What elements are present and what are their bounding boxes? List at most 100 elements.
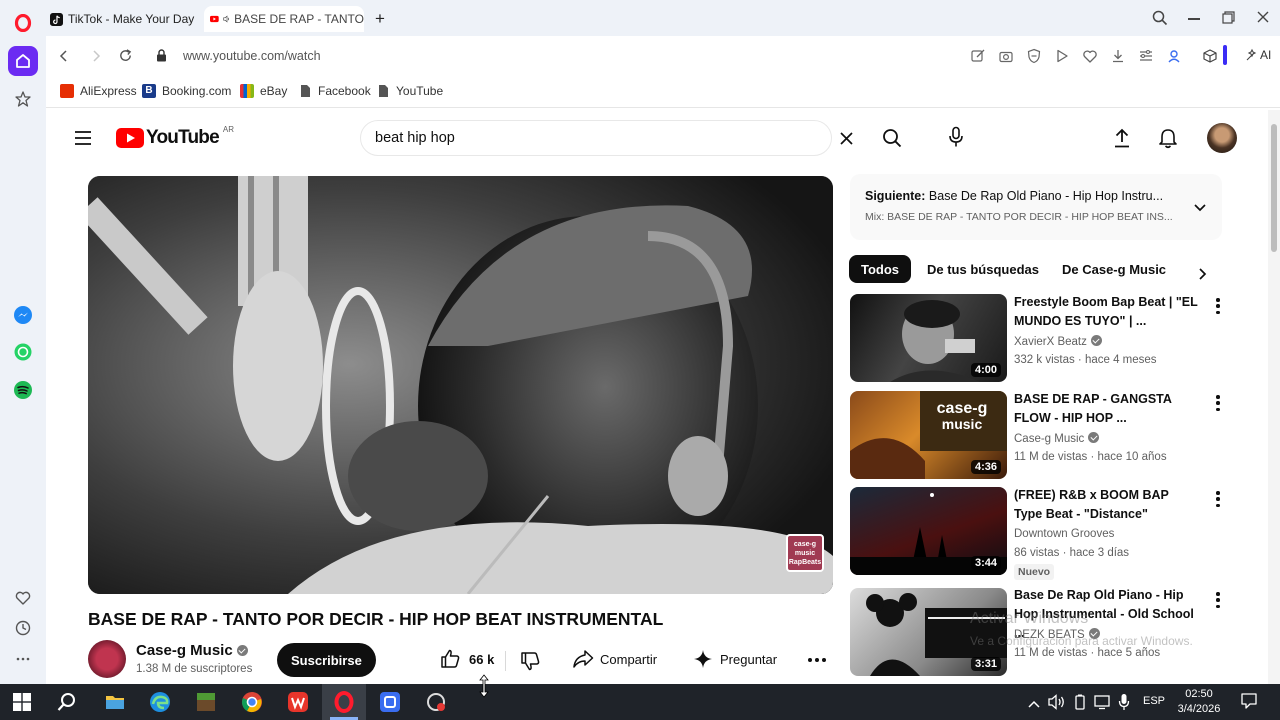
favorites-heart-icon[interactable] (8, 583, 38, 613)
camera-icon[interactable] (998, 48, 1014, 69)
history-clock-icon[interactable] (8, 613, 38, 643)
lock-icon[interactable] (156, 49, 167, 67)
rec-channel-row[interactable]: XavierX Beatz (1014, 335, 1102, 348)
home-icon[interactable] (8, 46, 38, 76)
clock[interactable]: 02:50 3/4/2026 (1176, 687, 1222, 717)
up-next-panel[interactable]: Siguiente: Base De Rap Old Piano - Hip H… (850, 174, 1222, 240)
opera-logo-icon[interactable] (8, 8, 38, 38)
extensions-cube-icon[interactable] (1202, 48, 1218, 69)
youtube-logo[interactable]: YouTube AR (116, 125, 234, 149)
ai-button[interactable]: AI (1244, 47, 1271, 63)
video-player[interactable]: case-g music RapBeats (88, 176, 833, 594)
chips-next-chevron-icon[interactable] (1198, 267, 1208, 286)
dislike-button[interactable] (519, 650, 541, 677)
rec-menu-icon[interactable] (1210, 296, 1226, 316)
rec-thumbnail[interactable]: 3:31 (850, 588, 1007, 676)
minecraft-icon[interactable] (192, 688, 220, 716)
avatar[interactable] (1207, 123, 1237, 153)
rec-channel[interactable]: Case-g Music (1014, 433, 1084, 445)
chrome-icon[interactable] (238, 688, 266, 716)
channel-watermark[interactable]: case-g music RapBeats (786, 534, 824, 572)
bookmark-facebook[interactable]: Facebook (298, 84, 371, 98)
chip-from-searches[interactable]: De tus búsquedas (915, 255, 1051, 283)
rec-thumbnail[interactable]: case-g music 4:36 (850, 391, 1007, 479)
tab-tiktok[interactable]: TikTok - Make Your Day (50, 6, 200, 32)
chip-from-channel[interactable]: De Case-g Music (1050, 255, 1179, 283)
rec-title[interactable]: (FREE) R&B x BOOM BAP Type Beat - "Dista… (1014, 486, 1199, 524)
bookmark-ebay[interactable]: eBay (240, 84, 287, 98)
network-icon[interactable] (1094, 694, 1112, 715)
tab-search-icon[interactable] (1152, 10, 1168, 31)
channel-avatar[interactable] (88, 640, 126, 678)
channel-name[interactable]: Case-g Music (136, 642, 233, 659)
url-field[interactable]: www.youtube.com/watch (183, 49, 321, 63)
new-tab-button[interactable]: + (370, 6, 390, 32)
show-hidden-icons-icon[interactable] (1028, 696, 1040, 714)
heart-icon[interactable] (1082, 48, 1098, 69)
subscribe-button[interactable]: Suscribirse (277, 643, 376, 677)
speaker-icon[interactable] (223, 13, 230, 25)
scrollbar-thumb[interactable] (1271, 124, 1277, 252)
tab-youtube[interactable]: BASE DE RAP - TANTO (204, 6, 364, 32)
messenger-icon[interactable] (8, 300, 38, 330)
clear-search-icon[interactable] (839, 131, 854, 151)
notifications-bell-icon[interactable] (1158, 127, 1178, 154)
rec-menu-icon[interactable] (1210, 393, 1226, 413)
expand-chevron-icon[interactable] (1193, 200, 1207, 218)
adblock-shield-icon[interactable] (1026, 48, 1042, 69)
ask-button[interactable]: Preguntar (693, 649, 777, 669)
reload-icon[interactable] (118, 48, 133, 68)
more-actions-icon[interactable] (808, 658, 826, 662)
bookmark-aliexpress[interactable]: AliExpress (60, 84, 137, 98)
back-icon[interactable] (58, 49, 70, 68)
rec-thumbnail[interactable]: 4:00 (850, 294, 1007, 382)
bookmark-booking[interactable]: B Booking.com (142, 84, 231, 98)
more-options-icon[interactable] (8, 644, 38, 674)
opera-gx-icon[interactable] (422, 688, 450, 716)
like-button[interactable]: 66 k (439, 648, 494, 670)
rec-thumbnail[interactable]: 3:44 (850, 487, 1007, 575)
forward-icon[interactable] (90, 49, 102, 68)
chip-all[interactable]: Todos (849, 255, 912, 283)
taskbar-search-icon[interactable] (53, 688, 81, 716)
edit-share-icon[interactable] (970, 48, 986, 69)
page-scrollbar[interactable] (1268, 110, 1280, 684)
rec-title[interactable]: Freestyle Boom Bap Beat | "EL MUNDO ES T… (1014, 293, 1199, 331)
rec-menu-icon[interactable] (1210, 489, 1226, 509)
voice-search-icon[interactable] (948, 126, 964, 153)
share-button[interactable]: Compartir (572, 649, 657, 669)
speed-dial-icon[interactable] (8, 84, 38, 114)
channel-name-row[interactable]: Case-g Music (136, 642, 248, 659)
volume-icon[interactable] (1048, 694, 1066, 715)
hamburger-menu-icon[interactable] (74, 130, 92, 151)
close-window-icon[interactable] (1256, 10, 1270, 29)
wps-office-icon[interactable] (284, 688, 312, 716)
microphone-tray-icon[interactable] (1118, 693, 1130, 716)
windows-start-icon[interactable] (8, 688, 36, 716)
rec-channel[interactable]: XavierX Beatz (1014, 336, 1087, 348)
language-indicator[interactable]: ESP (1143, 695, 1165, 707)
rec-title[interactable]: BASE DE RAP - GANGSTA FLOW - HIP HOP ... (1014, 390, 1199, 428)
rec-menu-icon[interactable] (1210, 590, 1226, 610)
player-icon[interactable] (1054, 48, 1070, 69)
blue-app-icon[interactable] (376, 688, 404, 716)
minimize-icon[interactable] (1188, 18, 1200, 20)
notifications-center-icon[interactable] (1240, 692, 1258, 715)
whatsapp-icon[interactable] (8, 337, 38, 367)
file-explorer-icon[interactable] (101, 688, 129, 716)
search-box[interactable]: beat hip hop (360, 120, 853, 156)
easy-setup-icon[interactable] (1138, 48, 1154, 69)
spotify-icon[interactable] (8, 375, 38, 405)
download-icon[interactable] (1110, 48, 1126, 69)
rec-channel[interactable]: Downtown Grooves (1014, 528, 1114, 540)
battery-icon[interactable] (1074, 694, 1086, 715)
upload-icon[interactable] (1113, 127, 1131, 154)
search-button-icon[interactable] (882, 128, 902, 153)
opera-taskbar-icon[interactable] (330, 688, 358, 716)
bookmark-youtube[interactable]: YouTube (376, 84, 443, 98)
edge-icon[interactable] (146, 688, 174, 716)
profile-icon[interactable] (1166, 48, 1182, 69)
rec-channel-row[interactable]: Case-g Music (1014, 432, 1100, 445)
search-input[interactable]: beat hip hop (375, 130, 455, 146)
restore-icon[interactable] (1222, 11, 1235, 29)
